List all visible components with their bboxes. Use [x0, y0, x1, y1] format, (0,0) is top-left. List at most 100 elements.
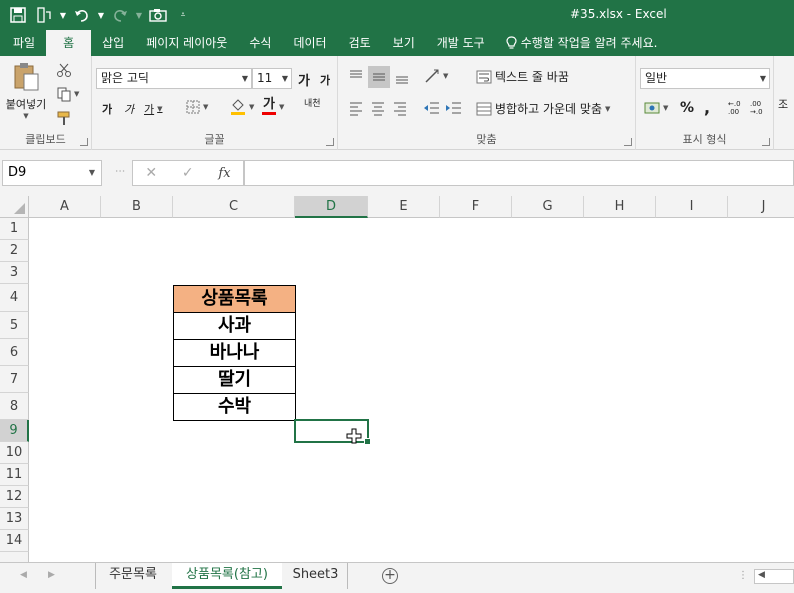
table-row[interactable]: 딸기 — [173, 366, 296, 394]
font-name-select[interactable]: 맑은 고딕 ▼ — [96, 68, 252, 89]
worksheet-grid[interactable]: A B C D E F G H I J 1 2 3 4 5 6 7 8 9 10… — [0, 196, 794, 562]
enter-icon[interactable]: ✓ — [182, 165, 194, 181]
grow-font-button[interactable]: 가 — [298, 70, 310, 89]
italic-button[interactable]: 가 — [124, 101, 134, 117]
wrap-text-button[interactable]: 텍스트 줄 바꿈 — [476, 68, 569, 85]
copy-button[interactable]: ▼ — [56, 86, 79, 102]
tab-home[interactable]: 홈 — [46, 30, 92, 56]
font-color-dropdown-arrow[interactable]: ▼ — [279, 103, 284, 111]
insert-function-icon[interactable]: fx — [218, 166, 230, 181]
font-color-button[interactable]: 가 ▼ — [262, 98, 284, 115]
row-header-10[interactable]: 10 — [0, 442, 29, 464]
underline-dropdown-arrow[interactable]: ▼ — [157, 105, 162, 113]
tab-data[interactable]: 데이터 — [282, 30, 337, 56]
tab-review[interactable]: 검토 — [338, 30, 382, 56]
borders-dropdown-arrow[interactable]: ▼ — [203, 103, 208, 111]
clipboard-launcher[interactable] — [80, 138, 88, 146]
paste-button[interactable]: 붙여넣기 ▼ — [2, 62, 50, 126]
sheet-tab-sheet3[interactable]: Sheet3 — [284, 563, 348, 589]
row-header-11[interactable]: 11 — [0, 464, 29, 486]
horizontal-scrollbar[interactable]: ◀ — [754, 569, 794, 584]
orientation-dropdown-arrow[interactable]: ▼ — [443, 72, 448, 80]
accounting-dropdown-arrow[interactable]: ▼ — [663, 104, 668, 112]
cancel-icon[interactable]: ✕ — [145, 165, 157, 181]
alignment-launcher[interactable] — [624, 138, 632, 146]
align-left-button[interactable] — [348, 100, 364, 120]
conditional-format-partial[interactable]: 조 — [778, 96, 788, 112]
formula-bar-splitter[interactable]: ⋮ — [114, 166, 125, 175]
row-header-2[interactable]: 2 — [0, 240, 29, 262]
formula-input[interactable] — [244, 160, 794, 186]
column-header-b[interactable]: B — [101, 196, 173, 218]
middle-align-button[interactable] — [368, 66, 390, 88]
underline-button[interactable]: 가 ▼ — [144, 101, 163, 117]
merge-center-dropdown-arrow[interactable]: ▼ — [605, 105, 610, 113]
touch-mode-dropdown[interactable]: ▼ — [58, 4, 68, 26]
increase-decimal-button[interactable]: ←.0 .00 — [728, 100, 748, 116]
bottom-align-button[interactable] — [394, 70, 410, 90]
add-sheet-icon[interactable]: + — [382, 568, 398, 584]
tab-developer[interactable]: 개발 도구 — [426, 30, 496, 56]
tab-file[interactable]: 파일 — [2, 30, 46, 56]
font-launcher[interactable] — [326, 138, 334, 146]
comma-button[interactable]: , — [704, 98, 710, 117]
row-header-12[interactable]: 12 — [0, 486, 29, 508]
accounting-format-button[interactable]: ▼ — [644, 100, 668, 116]
column-header-a[interactable]: A — [29, 196, 101, 218]
redo-dropdown[interactable]: ▼ — [134, 4, 144, 26]
column-header-e[interactable]: E — [368, 196, 440, 218]
font-size-select[interactable]: 11 ▼ — [252, 68, 292, 89]
row-header-13[interactable]: 13 — [0, 508, 29, 530]
tab-insert[interactable]: 삽입 — [91, 30, 135, 56]
tab-splitter[interactable]: ⋮ — [738, 570, 748, 581]
tell-me-box[interactable]: 수행할 작업을 알려 주세요. — [496, 30, 657, 56]
orientation-button[interactable]: ▼ — [424, 68, 448, 84]
name-box[interactable]: D9 ▼ — [2, 160, 102, 186]
merge-center-button[interactable]: 병합하고 가운데 맞춤 ▼ — [476, 100, 610, 117]
scroll-left-icon[interactable]: ◀ — [758, 570, 765, 580]
select-all-button[interactable] — [0, 196, 29, 218]
row-header-3[interactable]: 3 — [0, 262, 29, 284]
copy-dropdown-arrow[interactable]: ▼ — [74, 90, 79, 98]
phonetic-button[interactable]: 내천 — [304, 100, 321, 109]
column-header-h[interactable]: H — [584, 196, 656, 218]
row-header-9[interactable]: 9 — [0, 420, 29, 442]
align-center-button[interactable] — [370, 100, 386, 120]
sheet-tab-orders[interactable]: 주문목록 — [95, 563, 170, 589]
column-header-d[interactable]: D — [295, 196, 368, 218]
number-format-select[interactable]: 일반 ▼ — [640, 68, 770, 89]
table-row[interactable]: 바나나 — [173, 339, 296, 367]
table-row[interactable]: 사과 — [173, 312, 296, 340]
undo-button[interactable] — [70, 4, 94, 26]
tab-view[interactable]: 보기 — [382, 30, 426, 56]
align-right-button[interactable] — [392, 100, 408, 120]
camera-button[interactable] — [146, 4, 170, 26]
shrink-font-button[interactable]: 가 — [320, 72, 330, 88]
fill-color-dropdown-arrow[interactable]: ▼ — [249, 103, 254, 111]
table-row[interactable]: 수박 — [173, 393, 296, 421]
increase-indent-button[interactable] — [444, 100, 462, 120]
column-header-c[interactable]: C — [173, 196, 295, 218]
row-header-8[interactable]: 8 — [0, 393, 29, 420]
decrease-indent-button[interactable] — [422, 100, 440, 120]
row-header-1[interactable]: 1 — [0, 218, 29, 240]
customize-qat-dropdown[interactable]: ⩡ — [178, 4, 188, 26]
row-header-7[interactable]: 7 — [0, 366, 29, 393]
column-header-i[interactable]: I — [656, 196, 728, 218]
next-sheet-icon[interactable]: ▶ — [48, 570, 55, 580]
row-header-5[interactable]: 5 — [0, 312, 29, 339]
column-header-g[interactable]: G — [512, 196, 584, 218]
table-header-cell[interactable]: 상품목록 — [173, 285, 296, 313]
fill-color-button[interactable]: ▼ — [230, 98, 254, 116]
number-launcher[interactable] — [762, 138, 770, 146]
save-button[interactable] — [6, 4, 30, 26]
row-header-6[interactable]: 6 — [0, 339, 29, 366]
percent-button[interactable]: % — [680, 100, 694, 116]
top-align-button[interactable] — [348, 68, 364, 88]
bold-button[interactable]: 가 — [102, 101, 112, 117]
row-header-15[interactable] — [0, 552, 29, 562]
column-header-j[interactable]: J — [728, 196, 794, 218]
redo-button[interactable] — [108, 4, 132, 26]
column-header-f[interactable]: F — [440, 196, 512, 218]
row-header-4[interactable]: 4 — [0, 284, 29, 312]
